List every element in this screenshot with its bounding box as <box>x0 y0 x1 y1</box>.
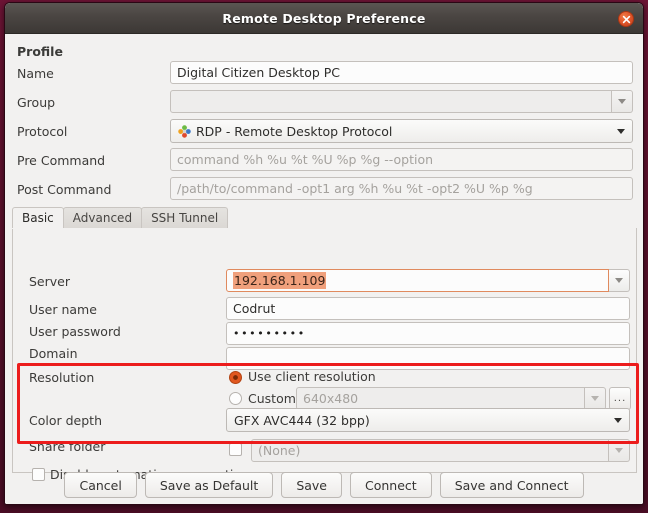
custom-resolution-dropdown-button[interactable] <box>585 387 606 410</box>
user-name-input[interactable]: Codrut <box>226 297 630 320</box>
window-titlebar[interactable]: Remote Desktop Preference <box>5 3 643 34</box>
server-label: Server <box>29 274 70 289</box>
chevron-down-icon <box>617 129 625 134</box>
custom-resolution-radio[interactable] <box>229 392 242 405</box>
custom-resolution-value[interactable]: 640x480 <box>296 387 585 410</box>
remote-desktop-preference-window: Remote Desktop Preference Profile Name D… <box>4 2 644 505</box>
share-folder-dropdown-button[interactable] <box>609 439 630 462</box>
server-combobox[interactable]: 192.168.1.109 <box>226 269 630 292</box>
domain-input[interactable] <box>226 347 630 370</box>
tab-basic[interactable]: Basic <box>12 207 64 228</box>
server-input[interactable]: 192.168.1.109 <box>226 269 609 292</box>
protocol-value: RDP - Remote Desktop Protocol <box>196 123 393 139</box>
window-title: Remote Desktop Preference <box>222 10 426 26</box>
color-depth-dropdown[interactable]: GFX AVC444 (32 bpp) <box>226 408 630 432</box>
protocol-dropdown[interactable]: RDP - Remote Desktop Protocol <box>170 119 633 143</box>
pre-command-input[interactable]: command %h %u %t %U %p %g --option <box>170 148 633 171</box>
settings-tabbar: Basic Advanced SSH Tunnel <box>12 207 637 229</box>
chevron-down-icon <box>615 448 623 453</box>
chevron-down-icon <box>615 278 623 283</box>
chevron-down-icon <box>618 99 626 104</box>
server-dropdown-button[interactable] <box>609 269 630 292</box>
chevron-down-icon <box>614 418 622 423</box>
share-folder-checkbox[interactable] <box>229 443 242 456</box>
tab-ssh-tunnel[interactable]: SSH Tunnel <box>141 207 229 228</box>
connect-button[interactable]: Connect <box>350 472 432 498</box>
user-name-label: User name <box>29 302 97 317</box>
use-client-resolution-label: Use client resolution <box>248 369 376 384</box>
domain-label: Domain <box>29 346 78 361</box>
user-password-input[interactable]: ••••••••• <box>226 322 630 345</box>
share-folder-label: Share folder <box>29 439 106 454</box>
custom-resolution-label: Custom <box>248 391 296 406</box>
resolution-browse-button[interactable]: ... <box>609 387 631 410</box>
post-command-label: Post Command <box>17 182 112 197</box>
resolution-browse-label: ... <box>613 392 627 404</box>
chevron-down-icon <box>591 396 599 401</box>
group-dropdown-button[interactable] <box>612 90 633 113</box>
share-folder-value[interactable]: (None) <box>251 439 609 462</box>
tab-advanced[interactable]: Advanced <box>62 207 143 228</box>
desktop-background: Remote Desktop Preference Profile Name D… <box>0 0 648 513</box>
name-input[interactable]: Digital Citizen Desktop PC <box>170 61 633 84</box>
profile-section-label: Profile <box>17 44 63 59</box>
group-combobox[interactable] <box>170 90 633 113</box>
resolution-label: Resolution <box>29 370 95 385</box>
close-icon[interactable] <box>618 11 634 27</box>
save-as-default-button[interactable]: Save as Default <box>144 472 274 498</box>
protocol-icon <box>178 124 191 138</box>
color-depth-label: Color depth <box>29 413 102 428</box>
color-depth-value: GFX AVC444 (32 bpp) <box>234 412 370 428</box>
server-value: 192.168.1.109 <box>233 272 327 289</box>
save-button[interactable]: Save <box>281 472 342 498</box>
pre-command-label: Pre Command <box>17 153 106 168</box>
group-input[interactable] <box>170 90 612 113</box>
protocol-label: Protocol <box>17 124 68 139</box>
dialog-button-row: Cancel Save as Default Save Connect Save… <box>5 472 643 498</box>
name-label: Name <box>17 66 54 81</box>
dialog-content: Profile Name Digital Citizen Desktop PC … <box>5 34 643 504</box>
use-client-resolution-radio[interactable] <box>229 371 242 384</box>
custom-resolution-combobox[interactable]: 640x480 <box>296 387 606 410</box>
group-label: Group <box>17 95 56 110</box>
user-password-label: User password <box>29 324 121 339</box>
share-folder-combobox[interactable]: (None) <box>251 439 630 462</box>
user-password-value: ••••••••• <box>233 327 306 340</box>
post-command-input[interactable]: /path/to/command -opt1 arg %h %u %t -opt… <box>170 177 633 200</box>
save-and-connect-button[interactable]: Save and Connect <box>439 472 584 498</box>
cancel-button[interactable]: Cancel <box>64 472 137 498</box>
